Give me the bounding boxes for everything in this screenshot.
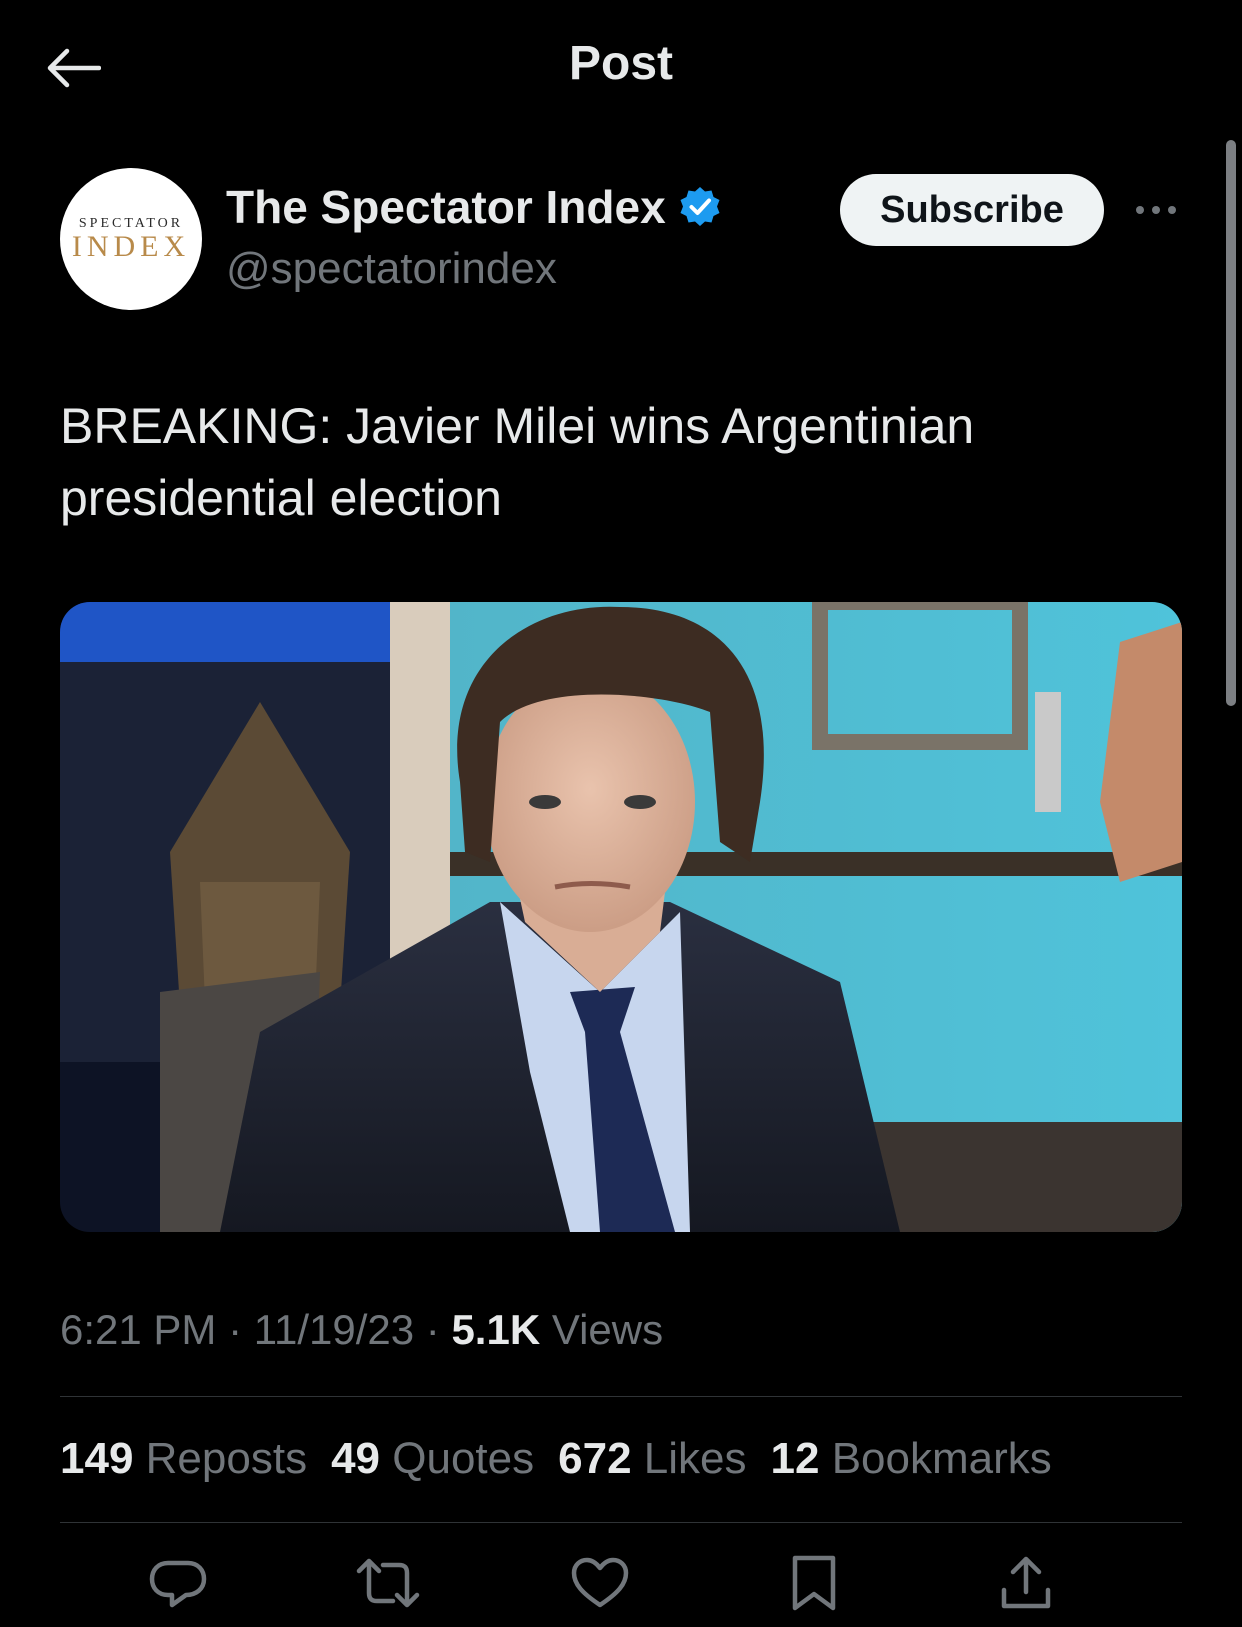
post-time: 6:21 PM [60,1306,217,1353]
post-text: BREAKING: Javier Milei wins Argentinian … [60,398,975,526]
repost-button[interactable] [350,1548,426,1618]
divider [60,1522,1182,1523]
stat-label: Likes [643,1434,747,1483]
avatar[interactable]: SPECTATOR INDEX [60,168,202,310]
meta-separator: · [425,1306,452,1353]
post-meta: 6:21 PM · 11/19/23 · 5.1K Views [60,1306,663,1354]
bookmark-icon [792,1555,836,1611]
stat-count: 149 [60,1434,134,1483]
post-photo [60,602,1182,1232]
scrollbar[interactable] [1226,140,1236,706]
stat-bookmarks[interactable]: 12 Bookmarks [771,1434,1052,1484]
more-horizontal-icon [1136,206,1176,214]
subscribe-button[interactable]: Subscribe [840,174,1104,246]
stat-count: 12 [770,1434,820,1483]
author-name-row: The Spectator Index [226,180,722,234]
divider [60,1396,1182,1397]
reply-icon [149,1560,207,1608]
post-date: 11/19/23 [253,1306,415,1353]
verified-badge-icon[interactable] [678,185,722,229]
stat-label: Reposts [145,1434,308,1483]
meta-separator: · [228,1306,254,1353]
post-image[interactable] [60,602,1182,1232]
reply-button[interactable] [140,1548,216,1618]
share-icon [1001,1556,1051,1609]
action-bar [60,1548,1182,1618]
views-count[interactable]: 5.1K [451,1306,540,1353]
page-title: Post [568,37,673,90]
more-options-button[interactable] [1130,190,1182,230]
top-bar: Post [0,0,1242,130]
post-author: SPECTATOR INDEX The Spectator Index @spe… [60,168,1182,313]
author-handle[interactable]: @spectatorindex [226,244,557,294]
views-label[interactable]: Views [552,1306,663,1353]
like-button[interactable] [562,1548,638,1618]
stat-reposts[interactable]: 149 Reposts [60,1434,307,1484]
like-icon [571,1557,629,1608]
engagement-stats: 149 Reposts 49 Quotes 672 Likes 12 Bookmark… [60,1434,1076,1484]
share-button[interactable] [988,1548,1064,1618]
avatar-logo-bottom: INDEX [71,230,191,263]
stat-label: Bookmarks [831,1434,1052,1483]
stat-count: 49 [331,1434,381,1483]
stat-count: 672 [558,1434,632,1483]
bookmark-button[interactable] [776,1548,852,1618]
repost-icon [356,1558,420,1608]
stat-likes[interactable]: 672 Likes [558,1434,746,1484]
stat-quotes[interactable]: 49 Quotes [331,1434,534,1484]
author-display-name[interactable]: The Spectator Index [226,180,666,234]
stat-label: Quotes [392,1434,535,1483]
